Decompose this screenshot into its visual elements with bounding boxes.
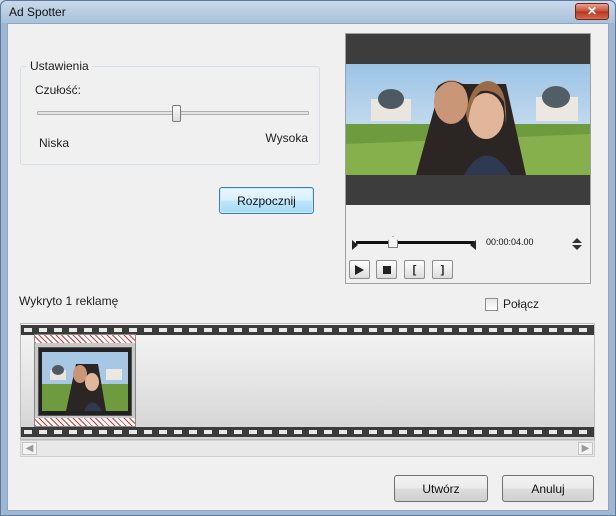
window-title: Ad Spotter	[9, 5, 66, 19]
merge-label: Połącz	[503, 297, 540, 311]
sensitivity-high-label: Wysoka	[265, 131, 308, 145]
close-icon: ✕	[586, 4, 598, 18]
ad-spotter-window: Ad Spotter ✕ Ustawienia Czułość: Niska W…	[0, 0, 616, 516]
settings-group-label: Ustawienia	[27, 59, 92, 73]
spin-down-icon[interactable]	[572, 245, 582, 250]
chevron-right-icon: ▶	[581, 443, 590, 454]
timeline-start-marker	[352, 240, 358, 250]
cancel-button[interactable]: Anuluj	[502, 475, 594, 502]
timeline-end-marker	[470, 240, 476, 250]
detected-ads-label: Wykryto 1 reklamę	[19, 294, 119, 308]
play-button[interactable]	[349, 260, 370, 279]
thumbnail-frame	[38, 347, 132, 416]
stop-icon	[382, 265, 391, 274]
sensitivity-slider-thumb[interactable]	[172, 105, 181, 122]
dialog-client-area: Ustawienia Czułość: Niska Wysoka Rozpocz…	[7, 23, 609, 511]
start-button[interactable]: Rozpocznij	[219, 187, 314, 214]
time-spinner[interactable]	[572, 238, 582, 252]
video-preview-panel: 00:00:04.00 [ ]	[345, 33, 591, 284]
sensitivity-label: Czułość:	[35, 83, 82, 97]
spin-up-icon[interactable]	[572, 238, 582, 243]
scroll-left-button[interactable]: ◀	[22, 442, 37, 455]
stop-button[interactable]	[376, 260, 397, 279]
filmstrip-perforation-bottom	[21, 427, 594, 437]
sensitivity-low-label: Niska	[39, 136, 70, 150]
time-readout: 00:00:04.00	[486, 237, 534, 247]
merge-checkbox[interactable]	[485, 297, 498, 311]
filmstrip-scrollbar[interactable]: ◀ ▶	[20, 440, 595, 457]
settings-group: Ustawienia Czułość: Niska Wysoka	[20, 59, 320, 165]
play-icon	[355, 264, 364, 275]
ad-filmstrip	[20, 323, 595, 440]
playback-timeline[interactable]	[356, 241, 474, 244]
mark-out-icon: ]	[440, 263, 445, 276]
create-button[interactable]: Utwórz	[394, 475, 488, 502]
selection-marker-bottom	[35, 418, 135, 426]
timeline-position-thumb[interactable]	[388, 236, 398, 248]
chevron-left-icon: ◀	[25, 443, 34, 454]
close-button[interactable]: ✕	[575, 3, 609, 20]
video-frame	[346, 34, 590, 205]
video-frame-image	[346, 64, 590, 175]
scroll-right-button[interactable]: ▶	[578, 442, 593, 455]
mark-out-button[interactable]: ]	[432, 260, 453, 279]
selection-marker-top	[35, 335, 135, 343]
mark-in-icon: [	[412, 263, 417, 276]
merge-checkbox-row[interactable]: Połącz	[485, 297, 539, 311]
thumbnail-image	[42, 352, 128, 411]
title-bar: Ad Spotter ✕	[1, 1, 615, 23]
ad-clip-thumbnail[interactable]	[34, 334, 136, 427]
mark-in-button[interactable]: [	[404, 260, 425, 279]
